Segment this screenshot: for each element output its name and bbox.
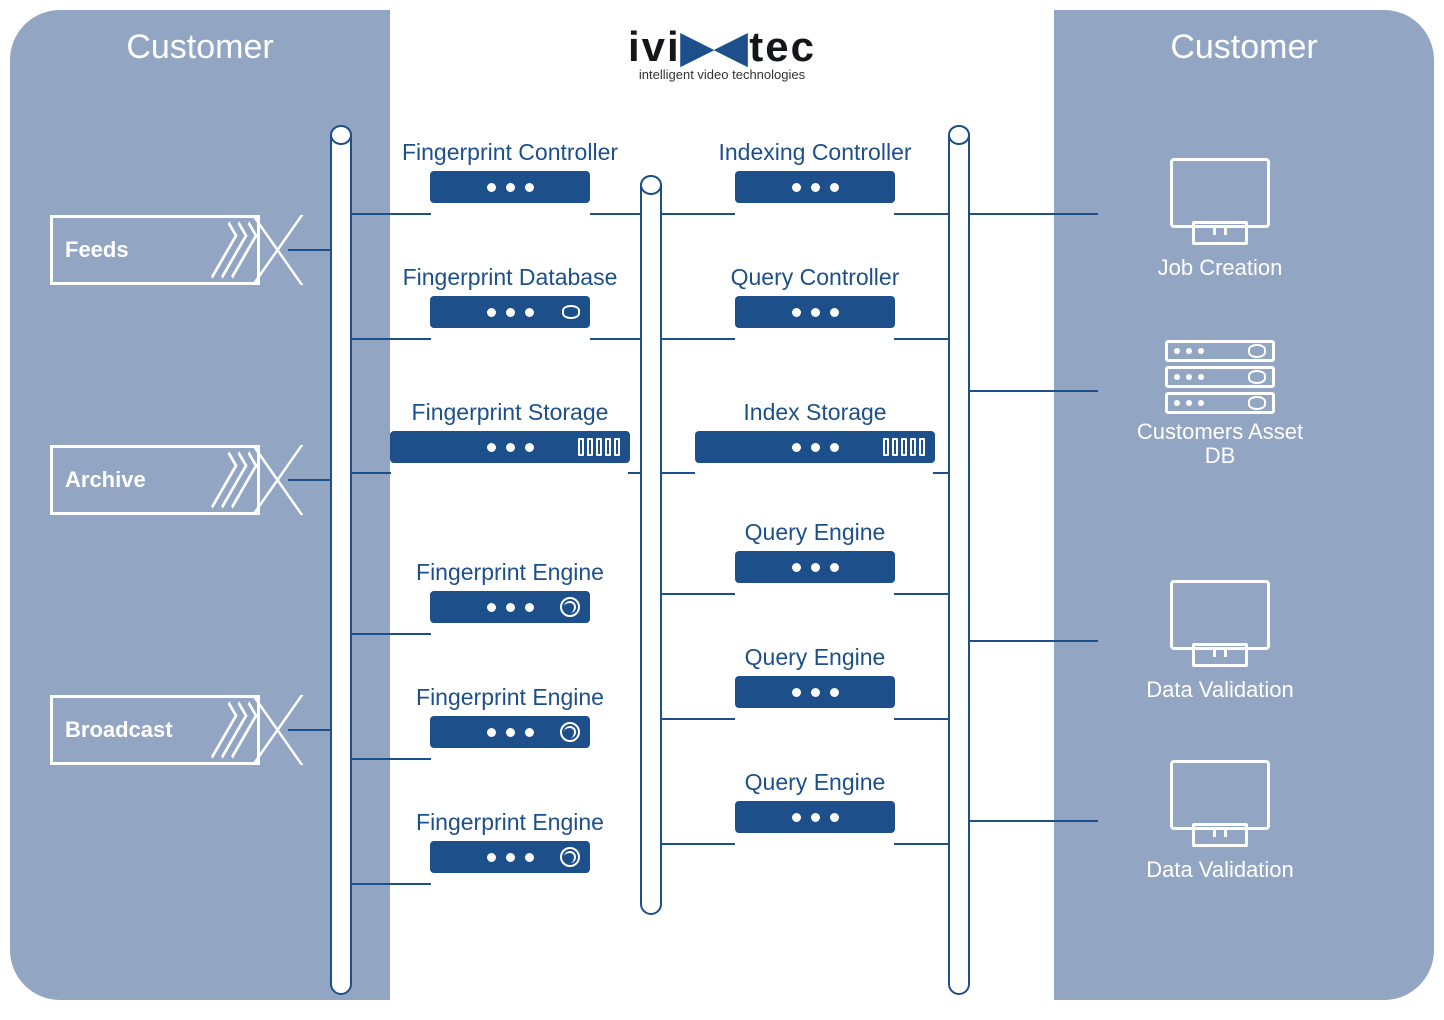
server-rack-icon [1165,340,1275,414]
unit-label: Query Controller [685,265,945,290]
database-icon [562,305,580,319]
unit-label: Fingerprint Storage [370,400,650,425]
monitor-icon [1170,760,1270,830]
unit-label: Query Engine [685,770,945,795]
item-label: Job Creation [1120,256,1320,280]
logo: ivi▶◀tec intelligent video technologies [628,22,816,82]
unit-label: Query Engine [685,645,945,670]
connector [894,338,950,340]
server-icon [430,591,590,623]
unit-query-controller: Query Controller [685,265,945,328]
fingerprint-icon [560,722,580,742]
item-label: Customers Asset DB [1120,420,1320,468]
fingerprint-icon [560,847,580,867]
server-icon [735,296,895,328]
connector [968,820,1098,822]
chevrons-icon [219,226,249,274]
server-icon [735,551,895,583]
server-icon [430,296,590,328]
connector [288,729,332,731]
connector [894,843,950,845]
item-label: Data Validation [1120,858,1320,882]
server-icon [735,171,895,203]
unit-index-storage: Index Storage [675,400,955,463]
item-label: Data Validation [1120,678,1320,702]
tag-feeds: Feeds [50,215,260,285]
unit-label: Fingerprint Engine [380,560,640,585]
server-icon [390,431,630,463]
unit-fingerprint-engine-3: Fingerprint Engine [380,810,640,873]
unit-label: Fingerprint Engine [380,685,640,710]
connector [660,338,735,340]
connector [590,213,642,215]
monitor-icon [1170,580,1270,650]
server-icon [695,431,935,463]
server-icon [735,676,895,708]
unit-query-engine-2: Query Engine [685,645,945,708]
logo-text: ivi▶◀tec [628,22,816,71]
unit-fingerprint-engine-1: Fingerprint Engine [380,560,640,623]
unit-label: Fingerprint Database [380,265,640,290]
connector [351,338,431,340]
item-asset-db: Customers Asset DB [1120,340,1320,468]
fingerprint-icon [560,597,580,617]
bus-pipe-left [330,125,352,995]
connector [288,249,332,251]
connector [351,758,431,760]
bus-pipe-right [948,125,970,995]
connector [288,479,332,481]
unit-query-engine-3: Query Engine [685,770,945,833]
unit-query-engine-1: Query Engine [685,520,945,583]
connector [351,633,431,635]
tag-archive: Archive [50,445,260,515]
unit-label: Query Engine [685,520,945,545]
bus-pipe-middle [640,175,662,915]
unit-indexing-controller: Indexing Controller [685,140,945,203]
connector [894,718,950,720]
unit-fingerprint-database: Fingerprint Database [380,265,640,328]
tag-label: Archive [65,467,146,493]
connector [894,593,950,595]
server-icon [430,841,590,873]
item-data-validation-2: Data Validation [1120,760,1320,882]
connector [968,640,1098,642]
server-icon [430,171,590,203]
connector [660,213,735,215]
connector [968,213,1098,215]
connector [894,213,950,215]
unit-label: Index Storage [675,400,955,425]
connector [660,472,695,474]
connector [660,718,735,720]
chevrons-icon [219,706,249,754]
monitor-icon [1170,158,1270,228]
left-panel-title: Customer [10,10,390,67]
connector [351,472,391,474]
connector [660,593,735,595]
unit-fingerprint-controller: Fingerprint Controller [380,140,640,203]
right-panel-title: Customer [1054,10,1434,67]
item-data-validation-1: Data Validation [1120,580,1320,702]
chevrons-icon [219,456,249,504]
logo-subtitle: intelligent video technologies [628,67,816,82]
unit-fingerprint-storage: Fingerprint Storage [370,400,650,463]
connector [933,472,950,474]
tag-label: Broadcast [65,717,173,743]
item-job-creation: Job Creation [1120,158,1320,280]
unit-label: Indexing Controller [685,140,945,165]
unit-fingerprint-engine-2: Fingerprint Engine [380,685,640,748]
unit-label: Fingerprint Engine [380,810,640,835]
connector [351,213,431,215]
connector [660,843,735,845]
connector [968,390,1098,392]
server-icon [735,801,895,833]
tag-label: Feeds [65,237,129,263]
connector [351,883,431,885]
server-icon [430,716,590,748]
connector [628,472,642,474]
connector [590,338,642,340]
unit-label: Fingerprint Controller [380,140,640,165]
tag-broadcast: Broadcast [50,695,260,765]
